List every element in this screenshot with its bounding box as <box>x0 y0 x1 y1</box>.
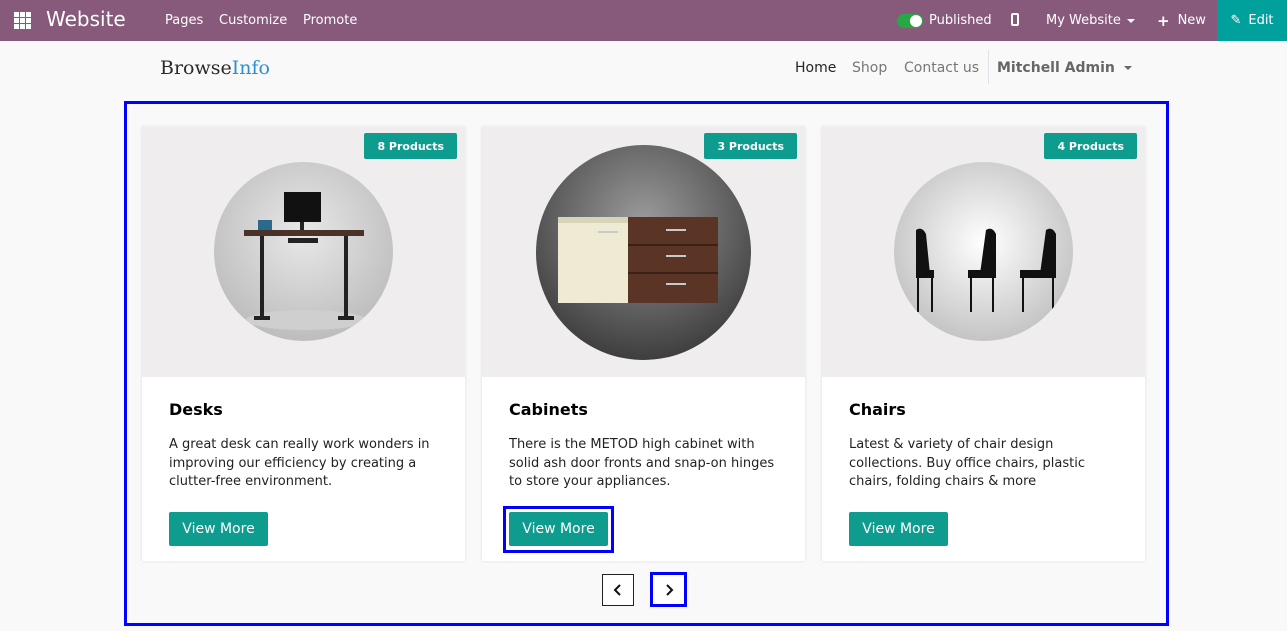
toggle-switch[interactable] <box>897 13 923 28</box>
site-header: BrowseInfo Home Shop Contact us Mitchell… <box>0 41 1287 95</box>
website-selector-label: My Website <box>1046 13 1121 28</box>
edit-button[interactable]: ✎ Edit <box>1217 0 1287 41</box>
website-selector[interactable]: My Website <box>1046 0 1135 41</box>
view-more-button[interactable]: View More <box>169 512 268 546</box>
selected-button-highlight <box>503 506 614 553</box>
caret-down-icon <box>1126 18 1135 23</box>
caret-down-icon <box>1123 66 1132 70</box>
menu-customize[interactable]: Customize <box>219 13 287 28</box>
card-title: Cabinets <box>509 400 588 419</box>
mobile-preview-icon[interactable] <box>1011 13 1019 26</box>
category-card-cabinets: 3 Products Cabinets There is the METOD h… <box>482 127 805 561</box>
card-image-area: 8 Products <box>142 127 465 377</box>
user-menu[interactable]: Mitchell Admin <box>997 41 1132 95</box>
publish-toggle[interactable]: Published <box>897 0 992 41</box>
logo-text-info: Info <box>231 57 270 79</box>
app-title: Website <box>46 7 126 31</box>
menu-promote[interactable]: Promote <box>303 13 357 28</box>
desk-image <box>214 162 393 341</box>
card-description: There is the METOD high cabinet with sol… <box>509 437 775 489</box>
chairs-image <box>894 162 1073 341</box>
category-card-desks: 8 Products Desks A great desk can really… <box>142 127 465 561</box>
site-logo[interactable]: BrowseInfo <box>160 57 270 79</box>
cabinet-image <box>536 145 751 360</box>
user-name: Mitchell Admin <box>997 60 1115 76</box>
edit-label: Edit <box>1248 13 1274 28</box>
menu-pages[interactable]: Pages <box>165 13 203 28</box>
card-image-area: 3 Products <box>482 127 805 377</box>
apps-grid-icon[interactable] <box>14 12 31 29</box>
nav-divider <box>988 50 989 84</box>
new-label: New <box>1177 13 1206 28</box>
card-description: Latest & variety of chair design collect… <box>849 437 1085 489</box>
carousel-next-button[interactable] <box>650 572 687 607</box>
plus-icon: + <box>1157 11 1170 30</box>
product-count-badge: 8 Products <box>364 133 457 159</box>
product-count-badge: 4 Products <box>1044 133 1137 159</box>
logo-text-browse: Browse <box>160 57 232 79</box>
category-card-chairs: 4 Products Chairs Latest & variety of ch… <box>822 127 1145 561</box>
chevron-right-icon <box>665 583 673 596</box>
card-title: Chairs <box>849 400 906 419</box>
carousel-prev-button[interactable] <box>602 574 634 606</box>
published-label: Published <box>929 13 992 28</box>
card-title: Desks <box>169 400 223 419</box>
new-button[interactable]: + New <box>1157 0 1206 41</box>
admin-topbar: Website Pages Customize Promote Publishe… <box>0 0 1287 41</box>
card-image-area: 4 Products <box>822 127 1145 377</box>
nav-home[interactable]: Home <box>795 60 836 76</box>
nav-contact-us[interactable]: Contact us <box>904 60 979 76</box>
product-count-badge: 3 Products <box>704 133 797 159</box>
chevron-left-icon <box>613 584 621 596</box>
card-description: A great desk can really work wonders in … <box>169 437 430 489</box>
view-more-button[interactable]: View More <box>849 512 948 546</box>
nav-shop[interactable]: Shop <box>852 60 887 76</box>
pencil-icon: ✎ <box>1230 13 1242 28</box>
